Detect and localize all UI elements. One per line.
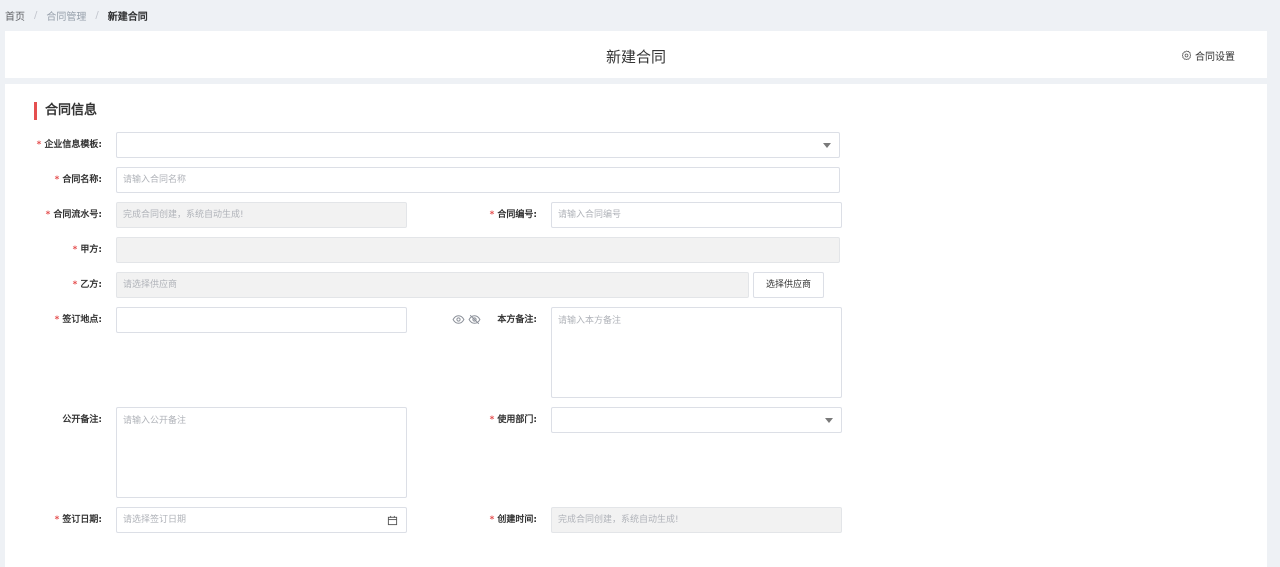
party-b-label: * 乙方: — [72, 280, 102, 290]
contract-form: 合同信息 * 企业信息模板: * 合同名称: 请输入合同名称 * 合同流水号: 完成合… — [5, 84, 1267, 567]
public-note-label: 公开备注: — [62, 415, 102, 425]
breadcrumb-separator: / — [34, 9, 38, 21]
gear-icon — [1181, 50, 1192, 61]
department-label: * 使用部门: — [489, 415, 537, 425]
page-title: 新建合同 — [605, 48, 666, 66]
template-select[interactable] — [116, 132, 840, 158]
created-time-label: * 创建时间: — [489, 515, 537, 525]
party-a-input — [116, 237, 840, 263]
page-header: 新建合同 合同设置 — [5, 31, 1267, 78]
party-b-input: 请选择供应商 — [116, 272, 749, 298]
own-note-label: 本方备注: — [497, 315, 537, 325]
breadcrumb-current: 新建合同 — [107, 11, 148, 23]
own-note-textarea[interactable]: 请输入本方备注 — [551, 307, 842, 398]
sign-date-label: * 签订日期: — [54, 515, 102, 525]
section-title: 合同信息 — [34, 102, 97, 120]
select-supplier-button[interactable]: 选择供应商 — [753, 272, 824, 298]
sign-location-label: * 签订地点: — [54, 315, 102, 325]
serial-number-input: 完成合同创建，系统自动生成! — [116, 202, 407, 228]
calendar-icon[interactable] — [387, 515, 398, 526]
contract-number-label: * 合同编号: — [489, 210, 537, 220]
contract-settings-label: 合同设置 — [1195, 52, 1235, 63]
required-mark: * — [36, 140, 42, 150]
breadcrumb-home[interactable]: 首页 — [5, 8, 25, 23]
contract-name-input[interactable]: 请输入合同名称 — [116, 167, 840, 193]
public-note-textarea[interactable]: 请输入公开备注 — [116, 407, 407, 498]
department-select[interactable] — [551, 407, 842, 433]
contract-settings-button[interactable]: 合同设置 — [1181, 48, 1235, 63]
party-a-label: * 甲方: — [72, 245, 102, 255]
breadcrumb: 首页 / 合同管理 / 新建合同 — [0, 0, 1280, 30]
breadcrumb-separator: / — [95, 9, 99, 21]
contract-name-label: * 合同名称: — [54, 175, 102, 185]
breadcrumb-contract-management[interactable]: 合同管理 — [46, 8, 86, 23]
chevron-down-icon — [823, 143, 831, 148]
created-time-input: 完成合同创建，系统自动生成! — [551, 507, 842, 533]
serial-number-label: * 合同流水号: — [45, 210, 102, 220]
sign-date-input[interactable]: 请选择签订日期 — [116, 507, 407, 533]
sign-location-input[interactable] — [116, 307, 407, 333]
chevron-down-icon — [825, 418, 833, 423]
template-label: * 企业信息模板: — [36, 140, 102, 150]
contract-number-input[interactable]: 请输入合同编号 — [551, 202, 842, 228]
